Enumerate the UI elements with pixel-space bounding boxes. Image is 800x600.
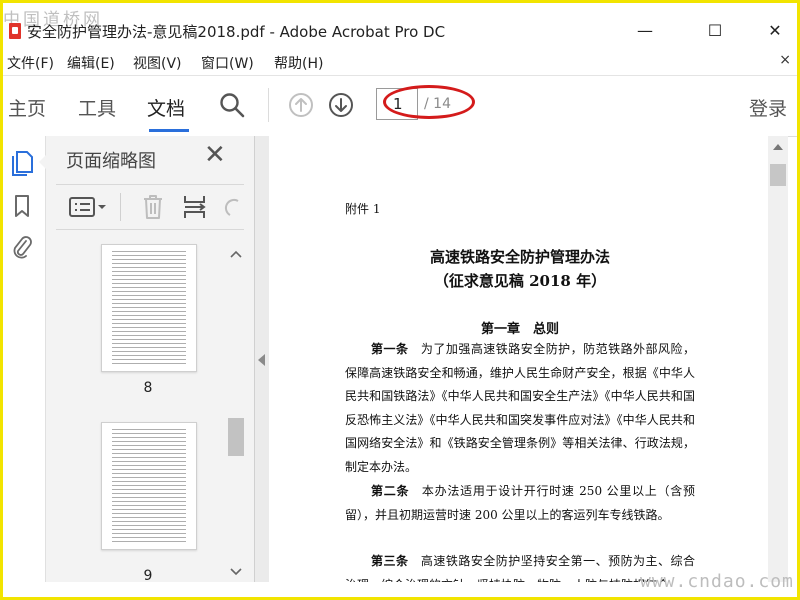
article-text: 为了加强高速铁路安全防护，防范铁路外部风险，保障高速铁路安全和畅通，维护人民生命… [345,342,695,474]
acrobat-app-icon [9,23,21,39]
page-thumbnail[interactable] [101,422,197,550]
article-paragraph: 第一条 为了加强高速铁路安全防护，防范铁路外部风险，保障高速铁路安全和畅通，维护… [345,338,695,479]
thumbnail-label: 8 [143,380,153,396]
panel-title: 页面缩略图 [66,151,156,172]
scroll-up-icon[interactable] [773,144,783,150]
document-view: 附件 1 高速铁路安全防护管理办法 （征求意见稿 2018 年） 第一章 总则 … [269,136,768,582]
annotation-ellipse [383,85,475,119]
page-thumbnails-panel: 页面缩略图 ✕ 8 9 [39,136,255,582]
sign-in-button[interactable]: 登录 [749,94,787,121]
scroll-down-icon[interactable] [230,568,242,576]
tab-tools[interactable]: 工具 [78,94,116,121]
document-scrollbar[interactable] [768,136,788,582]
insert-page-icon[interactable] [182,193,208,221]
active-tab-indicator [149,129,189,132]
watermark-bottom: www.cndao.com [640,571,794,592]
thumbnail-list: 8 9 [56,236,228,580]
article-paragraph: 第二条 本办法适用于设计开行时速 250 公里以上（含预留），并且初期运营时速 … [345,480,695,527]
panel-splitter[interactable] [255,136,269,582]
close-document-icon[interactable]: × [779,52,791,68]
document-subtitle: （征求意见稿 2018 年） [433,272,607,290]
menu-window[interactable]: 窗口(W) [201,53,254,73]
window-title: 安全防护管理办法-意见稿2018.pdf - Adobe Acrobat Pro… [27,23,446,41]
bookmark-icon[interactable] [8,192,36,220]
title-bar: 中国道桥网 安全防护管理办法-意见稿2018.pdf - Adobe Acrob… [3,3,797,47]
menu-file[interactable]: 文件(F) [7,53,54,73]
search-icon[interactable] [218,91,246,119]
thumbnail-scrollbar[interactable] [226,236,246,580]
article-number: 第二条 [371,484,410,498]
scroll-up-icon[interactable] [230,250,242,258]
document-scroll-thumb[interactable] [770,164,786,186]
tab-home[interactable]: 主页 [8,94,46,121]
attachment-label: 附件 1 [345,202,381,216]
tab-document[interactable]: 文档 [147,94,185,121]
menu-bar: 文件(F) 编辑(E) 视图(V) 窗口(W) 帮助(H) × [3,50,797,74]
chapter-heading: 第一章 总则 [480,322,559,337]
collapse-panel-icon[interactable] [258,354,265,366]
close-window-button[interactable]: ✕ [753,15,797,45]
page-thumbnail[interactable] [101,244,197,372]
toolbar-separator [268,88,269,122]
delete-page-icon[interactable] [140,193,166,221]
panel-close-icon[interactable]: ✕ [204,142,226,168]
panel-toolbar-separator [120,193,121,221]
article-number: 第一条 [371,342,409,356]
thumbnail-scroll-thumb[interactable] [228,418,244,456]
menu-help[interactable]: 帮助(H) [274,53,323,73]
attachment-icon[interactable] [8,234,36,262]
thumbnail-label: 9 [143,568,153,580]
menu-edit[interactable]: 编辑(E) [67,53,115,73]
next-page-icon[interactable] [327,91,355,119]
previous-page-icon[interactable] [287,91,315,119]
thumbnail-options-icon[interactable] [68,195,108,219]
minimize-button[interactable]: — [623,15,667,45]
maximize-button[interactable]: ☐ [693,15,737,45]
left-rail [3,136,46,582]
panel-pointer [39,154,47,170]
page-thumbnails-icon[interactable] [8,148,36,176]
panel-toolbar [56,184,244,230]
article-number: 第三条 [371,554,409,568]
menu-view[interactable]: 视图(V) [133,53,182,73]
document-title: 高速铁路安全防护管理办法 [429,248,610,266]
rotate-page-icon[interactable] [222,193,242,221]
